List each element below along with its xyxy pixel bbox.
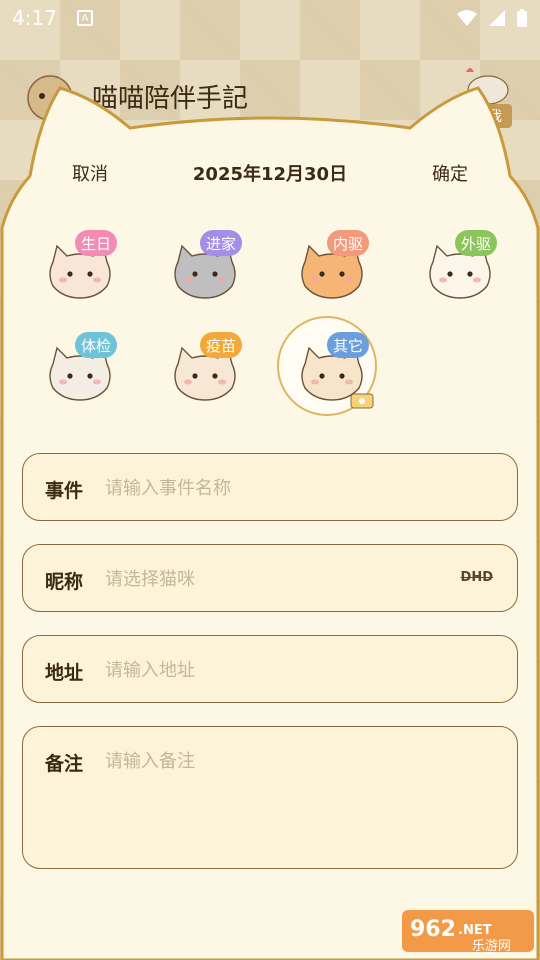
event-type-option[interactable]: 其它: [297, 332, 387, 409]
status-bar: 4:17 A: [0, 0, 540, 36]
event-type-option[interactable]: 生日: [45, 230, 135, 302]
event-type-option[interactable]: 外驱: [425, 230, 515, 302]
event-type-label: 生日: [75, 230, 118, 256]
watermark-number: 962: [410, 917, 456, 942]
nickname-field[interactable]: 昵称 DHD: [22, 544, 518, 612]
signal-icon: [489, 10, 505, 26]
selected-date[interactable]: 2025年12月30日: [193, 160, 347, 186]
event-type-label: 疫苗: [200, 332, 243, 358]
nickname-field-label: 昵称: [45, 571, 84, 593]
event-type-label: 体检: [75, 332, 118, 358]
date-picker-toolbar: 取消 2025年12月30日 确定: [40, 160, 500, 186]
site-watermark: 962 .NET 乐游网: [400, 906, 536, 956]
battery-icon: [517, 9, 527, 27]
nickname-input[interactable]: [105, 565, 437, 593]
event-type-label: 内驱: [327, 230, 370, 256]
remark-field[interactable]: 备注: [22, 726, 518, 869]
address-input[interactable]: [105, 656, 497, 684]
watermark-suffix: .NET: [458, 923, 492, 938]
event-type-option[interactable]: 疫苗: [170, 332, 260, 404]
event-field[interactable]: 事件: [22, 453, 518, 521]
nickname-dropdown-indicator[interactable]: DHD: [461, 570, 493, 585]
event-type-option[interactable]: 内驱: [297, 230, 387, 302]
wifi-icon: [457, 10, 477, 26]
address-field-label: 地址: [45, 662, 84, 684]
watermark-site: 乐游网: [472, 939, 511, 954]
event-type-label: 外驱: [455, 230, 498, 256]
event-field-label: 事件: [45, 480, 84, 502]
confirm-button[interactable]: 确定: [400, 160, 500, 186]
event-type-option[interactable]: 进家: [170, 230, 260, 302]
address-field[interactable]: 地址: [22, 635, 518, 703]
remark-field-label: 备注: [45, 753, 84, 775]
event-type-option[interactable]: 体检: [45, 332, 135, 404]
remark-textarea[interactable]: [105, 747, 497, 857]
event-type-label: 进家: [200, 230, 243, 256]
notification-icon: A: [76, 10, 93, 26]
selected-check-icon: [350, 393, 374, 409]
status-time: 4:17: [12, 6, 57, 30]
status-icons: [456, 8, 528, 28]
event-type-label: 其它: [327, 332, 370, 358]
cancel-button[interactable]: 取消: [40, 160, 140, 186]
event-input[interactable]: [105, 474, 497, 502]
